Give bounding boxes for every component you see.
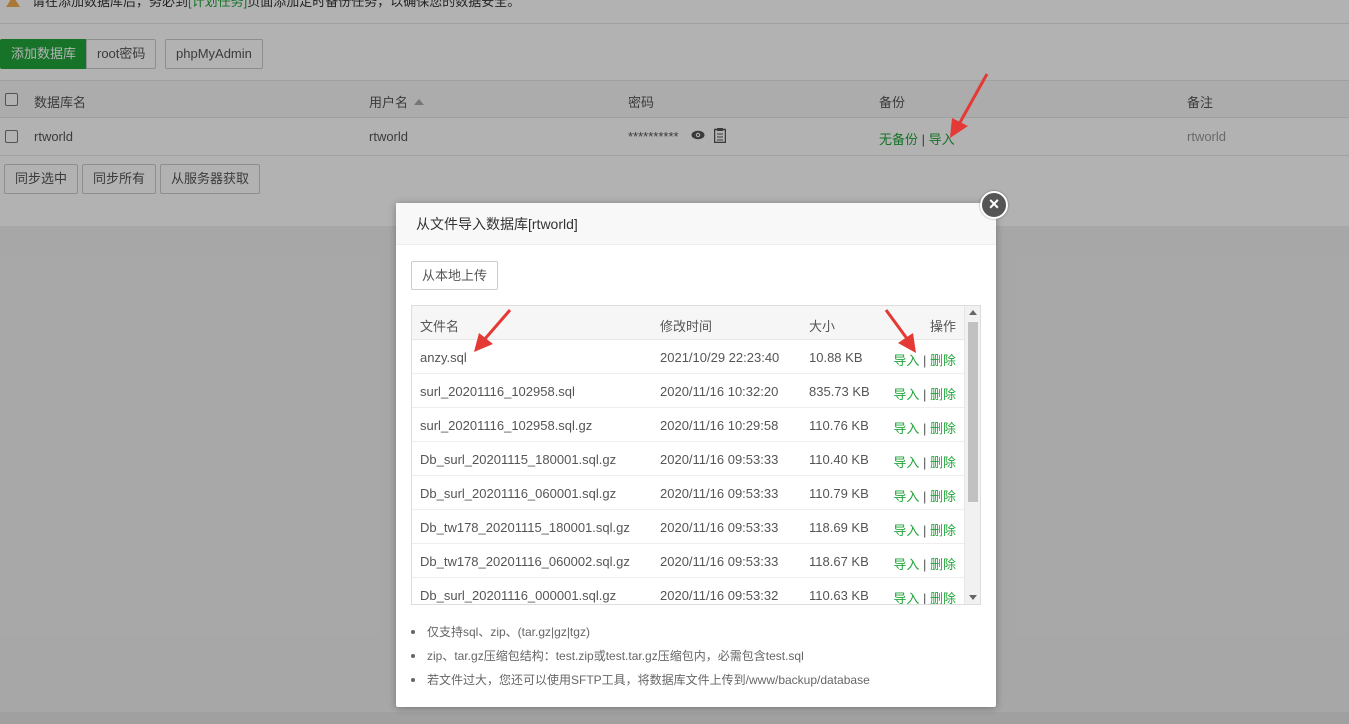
file-mtime: 2020/11/16 09:53:33 [660, 486, 779, 501]
dialog-title: 从文件导入数据库[rtworld] [396, 203, 996, 245]
file-delete-link[interactable]: 删除 [930, 523, 956, 538]
file-name: Db_tw178_20201116_060002.sql.gz [420, 554, 630, 569]
table-row: Db_surl_20201116_000001.sql.gz 2020/11/16… [412, 578, 964, 605]
file-mtime: 2020/11/16 09:53:33 [660, 554, 779, 569]
file-delete-link[interactable]: 删除 [930, 353, 956, 368]
file-mtime: 2020/11/16 10:29:58 [660, 418, 779, 433]
file-import-link[interactable]: 导入 [893, 489, 919, 504]
file-ops: 导入 | 删除 [893, 452, 956, 471]
file-mtime: 2020/11/16 09:53:33 [660, 452, 779, 467]
annotation-arrow-icon [474, 309, 512, 352]
table-row: Db_surl_20201116_060001.sql.gz 2020/11/16… [412, 476, 964, 510]
ops-separator: | [922, 421, 927, 436]
tip-item: zip、tar.gz压缩包结构：test.zip或test.tar.gz压缩包内… [411, 647, 981, 671]
file-delete-link[interactable]: 删除 [930, 455, 956, 470]
file-size: 110.63 KB [809, 588, 869, 603]
header-size: 大小 [809, 319, 836, 334]
file-size: 118.67 KB [809, 554, 869, 569]
upload-local-button[interactable]: 从本地上传 [411, 261, 499, 290]
file-mtime: 2020/11/16 10:32:20 [660, 384, 779, 399]
file-size: 10.88 KB [809, 350, 863, 365]
table-row: Db_surl_20201115_180001.sql.gz 2020/11/16… [412, 442, 964, 476]
file-table-scrollbar[interactable] [964, 306, 980, 604]
close-icon: × [988, 194, 1000, 214]
file-ops: 导入 | 删除 [893, 520, 956, 539]
file-ops: 导入 | 删除 [893, 418, 956, 437]
file-import-link[interactable]: 导入 [893, 557, 919, 572]
ops-separator: | [922, 489, 927, 504]
file-import-link[interactable]: 导入 [893, 455, 919, 470]
table-row: surl_20201116_102958.sql.gz 2020/11/16 10… [412, 408, 964, 442]
tip-item: 仅支持sql、zip、(tar.gz|gz|tgz) [411, 623, 981, 647]
file-ops: 导入 | 删除 [893, 384, 956, 403]
import-dialog: 从文件导入数据库[rtworld] 从本地上传 文件名 修改时间 大小 操作 a… [396, 203, 996, 707]
file-name: Db_surl_20201116_060001.sql.gz [420, 486, 617, 501]
ops-separator: | [922, 523, 927, 538]
scroll-up-arrow-icon[interactable] [969, 310, 977, 315]
ops-separator: | [922, 455, 927, 470]
file-delete-link[interactable]: 删除 [930, 591, 956, 604]
file-name: surl_20201116_102958.sql.gz [420, 418, 593, 433]
file-import-link[interactable]: 导入 [893, 523, 919, 538]
ops-separator: | [922, 387, 927, 402]
file-mtime: 2021/10/29 22:23:40 [660, 350, 780, 365]
close-dialog-button[interactable]: × [980, 191, 1008, 219]
file-ops: 导入 | 删除 [893, 554, 956, 573]
file-mtime: 2020/11/16 09:53:33 [660, 520, 779, 535]
file-import-link[interactable]: 导入 [893, 421, 919, 436]
file-size: 118.69 KB [809, 520, 869, 535]
annotation-arrow-icon [950, 73, 989, 138]
file-mtime: 2020/11/16 09:53:32 [660, 588, 779, 603]
file-import-link[interactable]: 导入 [893, 387, 919, 402]
ops-separator: | [922, 557, 927, 572]
file-delete-link[interactable]: 删除 [930, 557, 956, 572]
scrollbar-thumb[interactable] [968, 322, 978, 502]
ops-separator: | [922, 591, 927, 605]
annotation-arrow-icon [884, 309, 916, 353]
file-delete-link[interactable]: 删除 [930, 489, 956, 504]
file-import-link[interactable]: 导入 [893, 591, 919, 604]
file-delete-link[interactable]: 删除 [930, 387, 956, 402]
table-row: Db_tw178_20201115_180001.sql.gz 2020/11/1… [412, 510, 964, 544]
table-row: surl_20201116_102958.sql 2020/11/16 10:32… [412, 374, 964, 408]
file-ops: 导入 | 删除 [893, 588, 956, 605]
file-size: 110.40 KB [809, 452, 869, 467]
file-name: Db_surl_20201115_180001.sql.gz [420, 452, 617, 467]
file-name: Db_surl_20201116_000001.sql.gz [420, 588, 617, 603]
file-delete-link[interactable]: 删除 [930, 421, 956, 436]
file-size: 110.79 KB [809, 486, 869, 501]
scroll-down-arrow-icon[interactable] [969, 595, 977, 600]
file-size: 110.76 KB [809, 418, 869, 433]
file-size: 835.73 KB [809, 384, 870, 399]
file-name: surl_20201116_102958.sql [420, 384, 575, 399]
header-operations: 操作 [930, 319, 957, 334]
table-row: Db_tw178_20201116_060002.sql.gz 2020/11/1… [412, 544, 964, 578]
file-name: anzy.sql [420, 350, 467, 365]
file-name: Db_tw178_20201115_180001.sql.gz [420, 520, 630, 535]
header-modified-time: 修改时间 [660, 319, 713, 334]
tip-item: 若文件过大，您还可以使用SFTP工具，将数据库文件上传到/www/backup/… [411, 671, 981, 695]
tips-list: 仅支持sql、zip、(tar.gz|gz|tgz) zip、tar.gz压缩包… [411, 623, 981, 695]
file-ops: 导入 | 删除 [893, 486, 956, 505]
header-file-name: 文件名 [420, 319, 460, 334]
